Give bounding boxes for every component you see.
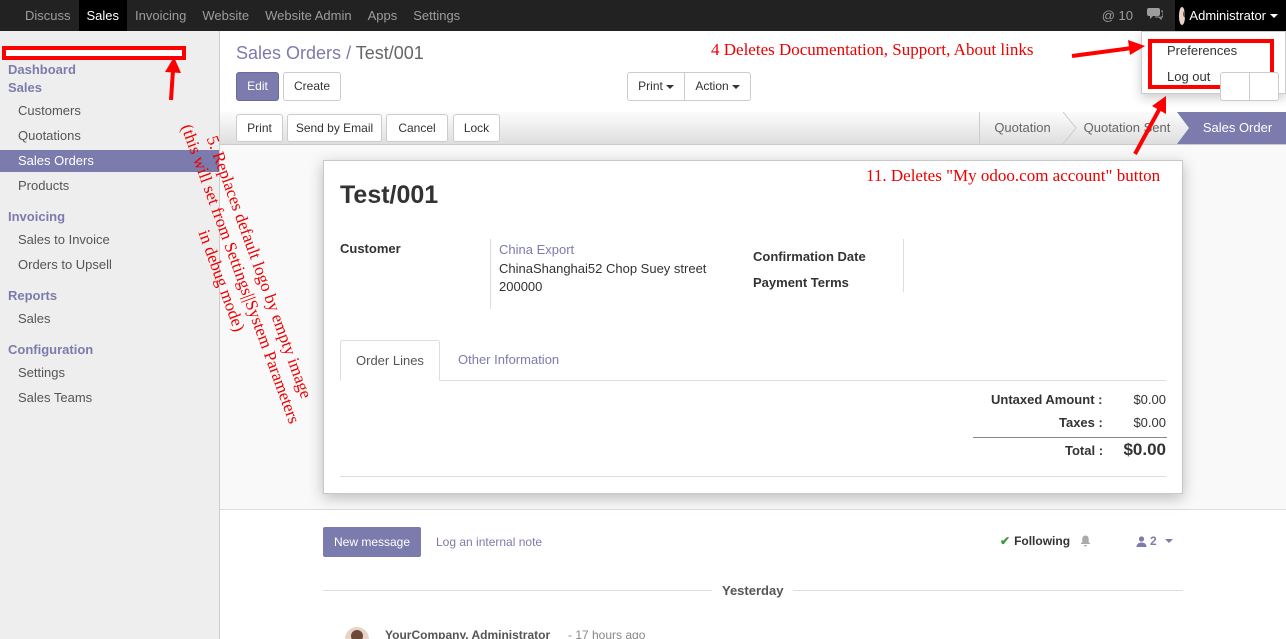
breadcrumb-parent[interactable]: Sales Orders bbox=[236, 43, 341, 63]
breadcrumb-current: Test/001 bbox=[355, 43, 424, 63]
payment-terms-label: Payment Terms bbox=[753, 275, 849, 290]
arrow-to-user-menu bbox=[1071, 40, 1145, 58]
sidebar-section-reports: Reports bbox=[8, 288, 58, 303]
top-navbar: Discuss Sales Invoicing Website Website … bbox=[0, 0, 1286, 31]
form-sheet: Test/001 Customer China Export ChinaShan… bbox=[323, 160, 1183, 494]
sidebar-section-invoicing: Invoicing bbox=[8, 209, 66, 224]
app-menu: Discuss Sales Invoicing Website Website … bbox=[0, 0, 468, 31]
action-label: Action bbox=[695, 79, 729, 93]
print-button[interactable]: Print bbox=[236, 114, 283, 142]
chevron-down-icon bbox=[731, 84, 740, 89]
breadcrumb-separator: / bbox=[346, 43, 352, 63]
sidebar-section-dashboard[interactable]: Dashboard bbox=[8, 62, 76, 77]
mentions-counter[interactable]: @ 10 bbox=[1102, 8, 1133, 23]
chevron-down-icon bbox=[665, 84, 674, 89]
untaxed-amount-value: $0.00 bbox=[1133, 392, 1166, 407]
menu-sales[interactable]: Sales bbox=[78, 0, 128, 31]
pager-next-button[interactable] bbox=[1249, 72, 1279, 101]
divider bbox=[340, 476, 1166, 477]
sidebar-item-reports-sales[interactable]: Sales bbox=[0, 308, 219, 330]
confirmation-date-label: Confirmation Date bbox=[753, 249, 866, 264]
cancel-button[interactable]: Cancel bbox=[386, 114, 448, 142]
pager-previous-button[interactable] bbox=[1220, 72, 1250, 101]
send-by-email-button[interactable]: Send by Email bbox=[287, 114, 382, 142]
tab-order-lines[interactable]: Order Lines bbox=[340, 340, 440, 381]
action-dropdown-button[interactable]: Action bbox=[684, 72, 751, 101]
chevron-down-icon bbox=[1270, 13, 1278, 18]
check-icon: ✔ bbox=[1000, 534, 1011, 548]
customer-address: ChinaShanghai52 Chop Suey street bbox=[499, 261, 707, 276]
sidebar-section-sales: Sales bbox=[8, 80, 42, 95]
menu-item-preferences[interactable]: Preferences bbox=[1167, 43, 1237, 58]
user-icon bbox=[1136, 535, 1147, 547]
new-message-button[interactable]: New message bbox=[323, 527, 421, 557]
field-divider bbox=[903, 239, 904, 292]
customer-zip: 200000 bbox=[499, 279, 543, 294]
avatar bbox=[1179, 6, 1186, 25]
create-button[interactable]: Create bbox=[283, 72, 341, 101]
followers-button[interactable]: 2 bbox=[1136, 534, 1173, 548]
taxes-value: $0.00 bbox=[1133, 415, 1166, 430]
menu-item-logout[interactable]: Log out bbox=[1167, 69, 1210, 84]
message-time: - 17 hours ago bbox=[568, 628, 646, 639]
user-menu-toggle[interactable]: Administrator bbox=[1175, 0, 1286, 31]
stage-quotation[interactable]: Quotation bbox=[979, 112, 1065, 144]
sidebar-item-sales-to-invoice[interactable]: Sales to Invoice bbox=[0, 229, 219, 251]
menu-apps[interactable]: Apps bbox=[360, 0, 406, 31]
field-divider bbox=[490, 239, 491, 309]
tab-other-information[interactable]: Other Information bbox=[443, 340, 574, 381]
customer-link[interactable]: China Export bbox=[499, 242, 574, 257]
annotation-4: 4 Deletes Documentation, Support, About … bbox=[711, 40, 1034, 59]
message-author[interactable]: YourCompany, Administrator bbox=[385, 628, 550, 639]
customer-label: Customer bbox=[340, 241, 401, 256]
chat-icon[interactable] bbox=[1147, 7, 1164, 24]
chevron-right-icon bbox=[1063, 112, 1077, 144]
systray: @ 10 Administrator bbox=[1102, 0, 1286, 31]
total-divider bbox=[973, 437, 1167, 438]
taxes-label: Taxes : bbox=[1059, 415, 1103, 430]
untaxed-amount-label: Untaxed Amount : bbox=[991, 392, 1103, 407]
menu-website[interactable]: Website bbox=[194, 0, 257, 31]
user-name: Administrator bbox=[1189, 8, 1266, 23]
print-dropdown-button[interactable]: Print bbox=[627, 72, 685, 101]
follow-toggle[interactable]: ✔ Following bbox=[1000, 534, 1091, 548]
chevron-down-icon bbox=[1164, 539, 1173, 543]
bell-icon[interactable] bbox=[1080, 535, 1091, 547]
sidebar-item-sales-teams[interactable]: Sales Teams bbox=[0, 387, 219, 409]
sidebar-item-settings[interactable]: Settings bbox=[0, 362, 219, 384]
sidebar-section-configuration: Configuration bbox=[8, 342, 94, 357]
record-title: Test/001 bbox=[340, 181, 439, 209]
stage-quotation-sent[interactable]: Quotation Sent bbox=[1077, 112, 1177, 144]
date-separator: Yesterday bbox=[712, 583, 794, 598]
menu-invoicing[interactable]: Invoicing bbox=[127, 0, 194, 31]
breadcrumb: Sales Orders / Test/001 bbox=[236, 43, 424, 64]
print-label: Print bbox=[638, 79, 663, 93]
menu-website-admin[interactable]: Website Admin bbox=[257, 0, 359, 31]
author-avatar bbox=[345, 627, 369, 639]
followers-count: 2 bbox=[1150, 534, 1157, 548]
form-statusbar: Print Send by Email Cancel Lock Quotatio… bbox=[220, 112, 1286, 145]
menu-settings[interactable]: Settings bbox=[405, 0, 468, 31]
stage-sales-order[interactable]: Sales Order bbox=[1189, 112, 1286, 144]
menu-discuss[interactable]: Discuss bbox=[17, 0, 79, 31]
total-value: $0.00 bbox=[1123, 440, 1166, 459]
annotation-11: 11. Deletes "My odoo.com account" button bbox=[866, 166, 1161, 185]
lock-button[interactable]: Lock bbox=[453, 114, 500, 142]
notebook-tabs: Order Lines Other Information bbox=[340, 340, 1166, 381]
company-logo[interactable] bbox=[2, 46, 186, 60]
total-label: Total : bbox=[1065, 443, 1104, 458]
following-label: Following bbox=[1014, 534, 1071, 548]
edit-button[interactable]: Edit bbox=[236, 72, 279, 101]
sidebar-item-orders-to-upsell[interactable]: Orders to Upsell bbox=[0, 254, 219, 276]
log-note-link[interactable]: Log an internal note bbox=[436, 535, 542, 549]
stage-arrow bbox=[1177, 112, 1189, 144]
